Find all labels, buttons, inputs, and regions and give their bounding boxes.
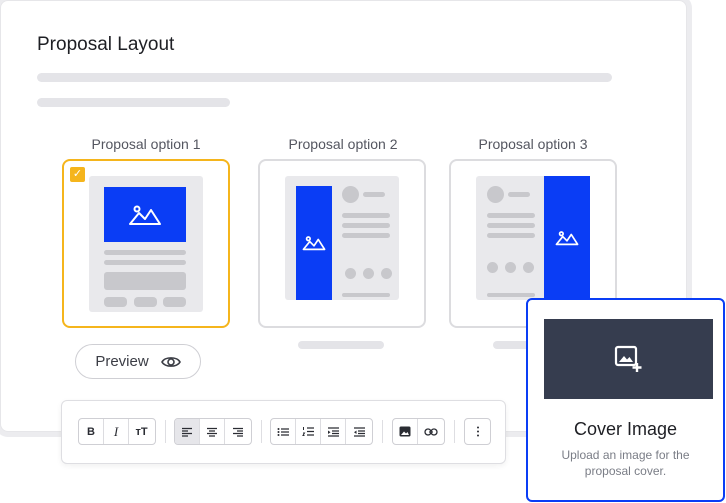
- layout-thumbnail: [476, 176, 590, 300]
- proposal-option-2[interactable]: [258, 159, 426, 328]
- text-line: [363, 192, 385, 197]
- avatar-shape: [487, 186, 504, 203]
- bold-button[interactable]: B: [79, 419, 104, 444]
- dot-shape: [523, 262, 534, 273]
- checkmark-icon[interactable]: ✓: [70, 167, 85, 182]
- link-icon[interactable]: [418, 419, 443, 444]
- cover-image-title: Cover Image: [573, 419, 678, 439]
- dot-shape: [487, 262, 498, 273]
- editor-toolbar: B I тT: [61, 400, 506, 464]
- avatar-shape: [342, 186, 359, 203]
- text-line: [487, 293, 535, 297]
- text-line: [104, 260, 186, 265]
- toolbar-divider: [454, 420, 455, 443]
- button-shape: [104, 297, 127, 307]
- option-2-label: Proposal option 2: [288, 136, 398, 152]
- option-3-label: Proposal option 3: [478, 136, 588, 152]
- toolbar-divider: [165, 420, 166, 443]
- hero-image-block: [104, 187, 186, 242]
- option-1-label: Proposal option 1: [91, 136, 201, 152]
- dot-shape: [363, 268, 374, 279]
- image-icon[interactable]: [393, 419, 418, 444]
- text-line: [508, 192, 530, 197]
- italic-button[interactable]: I: [104, 419, 129, 444]
- bullet-list-icon[interactable]: [271, 419, 296, 444]
- placeholder-line: [37, 73, 612, 82]
- preview-button[interactable]: Preview: [75, 344, 201, 379]
- eye-icon: [160, 356, 181, 367]
- placeholder-line: [37, 98, 230, 107]
- dot-shape: [381, 268, 392, 279]
- toolbar-divider: [261, 420, 262, 443]
- image-icon: [129, 205, 161, 225]
- page-title: Proposal Layout: [37, 34, 175, 55]
- outdent-icon[interactable]: [346, 419, 371, 444]
- text-line: [487, 213, 535, 218]
- text-line: [342, 223, 390, 228]
- cover-image-description: Upload an image for the proposal cover.: [561, 448, 690, 478]
- text-line: [487, 233, 535, 238]
- layout-thumbnail: [89, 176, 203, 312]
- indent-icon[interactable]: [321, 419, 346, 444]
- align-right-icon[interactable]: [225, 419, 250, 444]
- more-group: [464, 418, 491, 445]
- text-line: [342, 213, 390, 218]
- text-line: [342, 293, 390, 297]
- image-icon: [302, 236, 326, 251]
- add-image-icon: [614, 345, 641, 372]
- toolbar-divider: [382, 420, 383, 443]
- text-line: [342, 233, 390, 238]
- preview-label: Preview: [95, 353, 149, 370]
- button-shape: [134, 297, 157, 307]
- list-group: [270, 418, 373, 445]
- text-line: [487, 223, 535, 228]
- content-block: [104, 272, 186, 290]
- insert-group: [392, 418, 445, 445]
- cover-image-dropzone[interactable]: [544, 319, 713, 399]
- dot-shape: [505, 262, 516, 273]
- proposal-option-1[interactable]: ✓: [62, 159, 230, 328]
- image-icon: [555, 231, 579, 246]
- button-shape: [163, 297, 186, 307]
- align-left-icon[interactable]: [175, 419, 200, 444]
- text-style-group: B I тT: [78, 418, 156, 445]
- sidebar-image-block: [296, 186, 332, 300]
- dot-shape: [345, 268, 356, 279]
- alignment-group: [174, 418, 252, 445]
- text-size-button[interactable]: тT: [129, 419, 154, 444]
- align-center-icon[interactable]: [200, 419, 225, 444]
- cover-image-panel: Cover Image Upload an image for the prop…: [526, 298, 725, 502]
- numbered-list-icon[interactable]: [296, 419, 321, 444]
- text-line: [104, 250, 186, 255]
- more-icon[interactable]: [465, 419, 490, 444]
- layout-thumbnail: [285, 176, 399, 300]
- sidebar-image-block: [544, 176, 590, 300]
- option-caption-placeholder: [298, 341, 384, 349]
